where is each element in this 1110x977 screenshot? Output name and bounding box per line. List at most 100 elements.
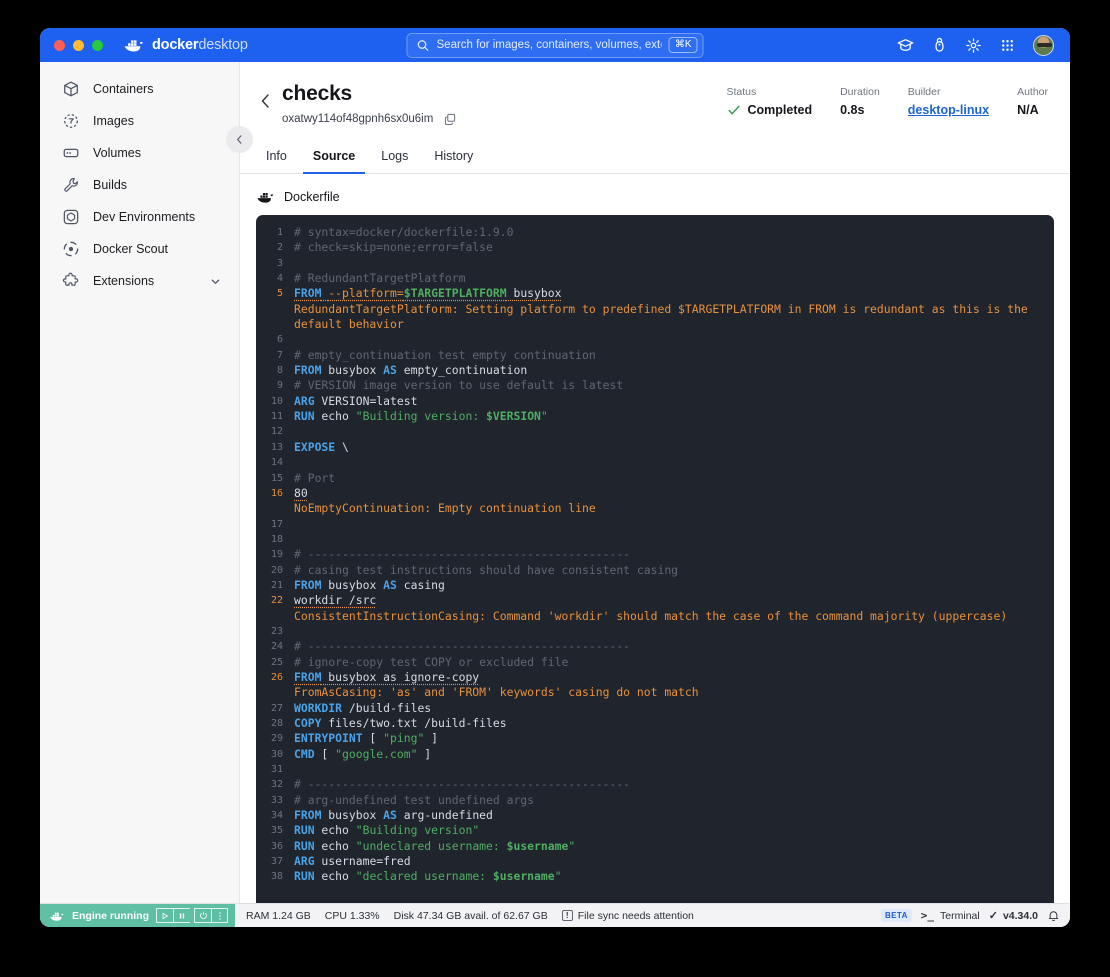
- graduation-cap-icon[interactable]: [897, 37, 914, 54]
- line-number: 28: [270, 718, 283, 729]
- search-icon: [417, 39, 429, 51]
- bell-icon[interactable]: [1047, 909, 1060, 922]
- dev-environments-icon: [63, 209, 79, 225]
- line-source: ARG VERSION=latest: [294, 393, 418, 408]
- lint-warning-message: ConsistentInstructionCasing: Command 'wo…: [294, 608, 1008, 623]
- sidebar-item-extensions[interactable]: Extensions: [54, 268, 229, 294]
- code-line: 2 # check=skip=none;error=false: [256, 240, 1054, 255]
- check-icon: ✓: [988, 910, 998, 922]
- line-source: [292, 455, 1054, 470]
- back-button[interactable]: [256, 91, 276, 111]
- line-source: FROM busybox AS casing: [294, 577, 445, 592]
- line-number: 10: [270, 395, 283, 407]
- app-body: Containers Images Volumes Builds Dev Env…: [40, 62, 1070, 903]
- line-source: # casing test instructions should have c…: [294, 562, 679, 577]
- status-text: Completed: [747, 103, 813, 117]
- meta-label: Author: [1017, 86, 1048, 98]
- close-window-button[interactable]: [54, 39, 65, 51]
- sidebar-item-images[interactable]: Images: [54, 108, 229, 134]
- line-source: [292, 517, 1054, 532]
- code-line: 4 # RedundantTargetPlatform: [256, 271, 1054, 286]
- lint-warning-message: RedundantTargetPlatform: Setting platfor…: [294, 301, 1035, 332]
- container-box-icon: [64, 81, 78, 97]
- sidebar-item-containers[interactable]: Containers: [54, 76, 229, 102]
- play-icon[interactable]: [156, 908, 173, 923]
- volumes-icon: [63, 148, 79, 158]
- power-icon[interactable]: [194, 908, 211, 923]
- collapse-sidebar-button[interactable]: [226, 126, 253, 153]
- gear-icon[interactable]: [965, 37, 982, 54]
- meta-duration: Duration 0.8s: [840, 86, 880, 117]
- engine-status[interactable]: Engine running: [40, 904, 235, 927]
- line-number: 9: [276, 380, 283, 392]
- line-number: 7: [276, 349, 283, 361]
- line-number: 19: [270, 549, 283, 561]
- code-line: 38 RUN echo "declared username: $username…: [256, 869, 1054, 884]
- maximize-window-button[interactable]: [92, 39, 103, 51]
- copy-icon[interactable]: [444, 113, 456, 125]
- global-search-input[interactable]: Search for images, containers, volumes, …: [406, 32, 704, 58]
- line-source: # check=skip=none;error=false: [294, 240, 493, 255]
- line-source: # --------------------------------------…: [294, 547, 631, 562]
- line-source: RUN echo "declared username: $username": [294, 869, 562, 884]
- file-name: Dockerfile: [284, 190, 340, 204]
- chevron-left-icon: [237, 135, 242, 144]
- line-number: 27: [270, 702, 283, 714]
- meta-status: Status Completed: [727, 86, 813, 117]
- tab-info[interactable]: Info: [256, 143, 297, 174]
- window-traffic-lights: [54, 39, 103, 51]
- terminal-button[interactable]: >_ Terminal: [921, 909, 980, 922]
- line-source: [292, 332, 1054, 347]
- line-source: workdir /src: [294, 593, 377, 608]
- line-source: 80: [294, 485, 308, 500]
- sidebar-item-label: Builds: [93, 178, 128, 192]
- code-line: 37 ARG username=fred: [256, 854, 1054, 869]
- bug-icon[interactable]: [931, 37, 948, 54]
- meta-label: Builder: [907, 86, 941, 98]
- line-source: # VERSION image version to use default i…: [294, 378, 624, 393]
- titlebar: dockerdesktop Search for images, contain…: [40, 28, 1070, 62]
- tab-bar: Info Source Logs History: [240, 143, 1070, 174]
- code-line: 14: [256, 455, 1054, 470]
- sidebar-item-docker-scout[interactable]: Docker Scout: [54, 236, 229, 262]
- line-source: # syntax=docker/dockerfile:1.9.0: [294, 225, 514, 239]
- kebab-menu-icon[interactable]: [211, 908, 228, 923]
- lint-warning-message: NoEmptyContinuation: Empty continuation …: [294, 501, 596, 516]
- code-line: 19 # ------------------------------------…: [256, 547, 1054, 562]
- code-line: 20 # casing test instructions should have…: [256, 563, 1054, 578]
- tab-logs[interactable]: Logs: [371, 143, 418, 174]
- line-source: COPY files/two.txt /build-files: [294, 716, 507, 730]
- minimize-window-button[interactable]: [73, 39, 84, 51]
- sidebar-item-dev-environments[interactable]: Dev Environments: [54, 204, 229, 230]
- builder-link[interactable]: desktop-linux: [908, 103, 989, 117]
- sidebar-item-label: Docker Scout: [93, 242, 169, 256]
- line-source: [292, 424, 1054, 439]
- code-line: 6: [256, 332, 1054, 347]
- file-sync-status[interactable]: ! File sync needs attention: [561, 910, 694, 922]
- resource-stats: RAM 1.24 GB CPU 1.33% Disk 47.34 GB avai…: [235, 910, 694, 922]
- chevron-down-icon[interactable]: [210, 276, 221, 287]
- code-line: 28 COPY files/two.txt /build-files: [256, 716, 1054, 731]
- sidebar-item-label: Dev Environments: [93, 210, 196, 224]
- line-source: EXPOSE \: [294, 439, 349, 454]
- code-line: 15 # Port: [256, 471, 1054, 486]
- terminal-prompt-icon: >_: [920, 909, 935, 922]
- grid-apps-icon[interactable]: [999, 37, 1016, 54]
- line-source: ARG username=fred: [294, 854, 411, 869]
- code-line: 34 FROM busybox AS arg-undefined: [256, 808, 1054, 823]
- avatar[interactable]: [1033, 34, 1054, 56]
- line-source: FROM busybox AS empty_continuation: [294, 363, 528, 378]
- tab-source[interactable]: Source: [302, 143, 366, 174]
- line-number: 13: [270, 441, 283, 453]
- check-icon: [727, 105, 740, 115]
- code-line: 30 CMD [ "google.com" ]: [256, 747, 1054, 762]
- sidebar-item-volumes[interactable]: Volumes: [54, 140, 229, 166]
- line-source: [292, 624, 1054, 639]
- code-line: 32 # ------------------------------------…: [256, 777, 1054, 792]
- pause-icon[interactable]: [173, 908, 190, 923]
- source-code-viewer[interactable]: 1 # syntax=docker/dockerfile:1.9.0 2 # chec…: [256, 215, 1054, 903]
- code-line: 35 RUN echo "Building version": [256, 823, 1054, 838]
- version-indicator[interactable]: ✓ v4.34.0: [988, 909, 1038, 923]
- sidebar-item-builds[interactable]: Builds: [54, 172, 229, 198]
- tab-history[interactable]: History: [424, 143, 483, 174]
